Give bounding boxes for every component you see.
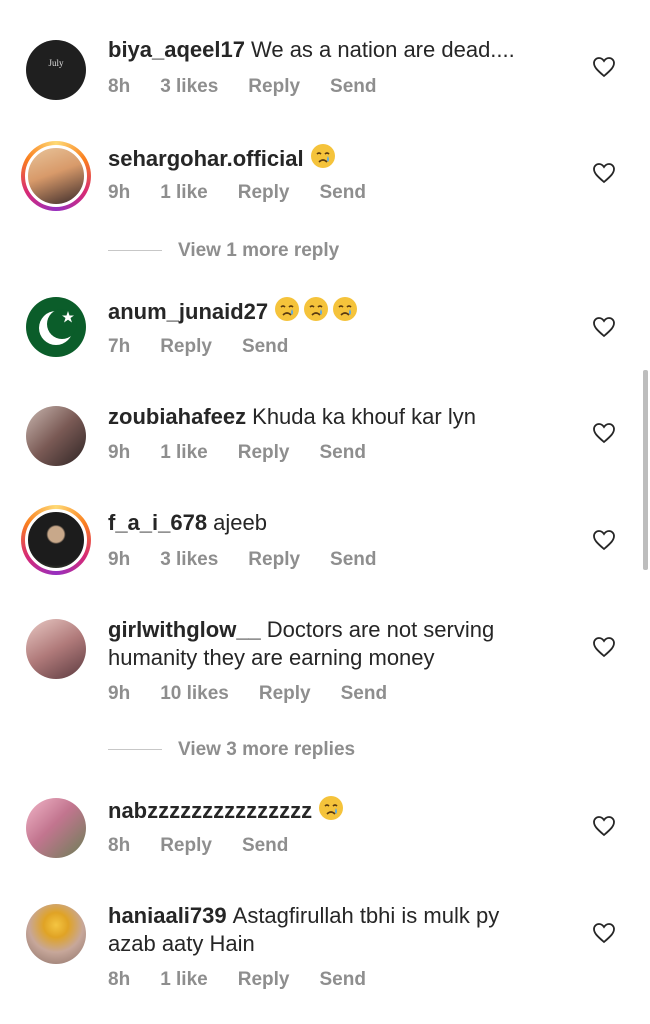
heart-icon[interactable] <box>592 636 616 658</box>
view-more-replies[interactable]: View 1 more reply <box>108 240 339 262</box>
comment-text-block: biya_aqeel17 We as a nation are dead.... <box>108 36 538 64</box>
send-button[interactable]: Send <box>341 683 387 704</box>
likes-count[interactable]: 3 likes <box>160 76 218 97</box>
view-more-replies[interactable]: View 3 more replies <box>108 739 355 761</box>
send-button[interactable]: Send <box>242 336 288 357</box>
avatar-image <box>26 904 86 964</box>
reply-button[interactable]: Reply <box>238 969 290 990</box>
comment-body: Khuda ka khouf kar lyn <box>252 404 476 429</box>
comment-text-block: zoubiahafeez Khuda ka khouf kar lyn <box>108 403 538 431</box>
timestamp: 9h <box>108 182 131 203</box>
avatar-image <box>25 509 87 571</box>
avatar[interactable] <box>21 505 91 575</box>
comment-text-block: haniaali739 Astagfirullah tbhi is mulk py… <box>108 902 538 958</box>
crying-face-emoji <box>319 796 344 820</box>
avatar-image <box>26 798 86 858</box>
likes-count[interactable]: 3 likes <box>160 549 218 570</box>
avatar[interactable] <box>26 619 86 679</box>
comment-meta: 8h Reply Send <box>108 835 318 857</box>
reply-button[interactable]: Reply <box>160 835 212 856</box>
reply-button[interactable]: Reply <box>238 442 290 463</box>
reply-button[interactable]: Reply <box>238 182 290 203</box>
timestamp: 7h <box>108 336 131 357</box>
username[interactable]: anum_junaid27 <box>108 299 268 324</box>
heart-icon[interactable] <box>592 316 616 338</box>
heart-icon[interactable] <box>592 922 616 944</box>
send-button[interactable]: Send <box>242 835 288 856</box>
comment-meta: 9h 1 like Reply Send <box>108 182 396 204</box>
comment-text-block: f_a_i_678 ajeeb <box>108 509 538 537</box>
avatar-image <box>25 145 87 207</box>
comment-meta: 9h 10 likes Reply Send <box>108 683 417 705</box>
reply-button[interactable]: Reply <box>259 683 311 704</box>
send-button[interactable]: Send <box>319 182 365 203</box>
avatar[interactable]: July <box>26 40 86 100</box>
heart-icon[interactable] <box>592 422 616 444</box>
comment-body: ajeeb <box>213 510 267 535</box>
comment-meta: 9h 3 likes Reply Send <box>108 549 407 571</box>
send-button[interactable]: Send <box>330 549 376 570</box>
comment-meta: 8h 3 likes Reply Send <box>108 76 407 98</box>
avatar[interactable] <box>26 406 86 466</box>
likes-count[interactable]: 1 like <box>160 182 208 203</box>
username[interactable]: sehargohar.official <box>108 146 304 171</box>
heart-icon[interactable] <box>592 815 616 837</box>
reply-button[interactable]: Reply <box>160 336 212 357</box>
avatar-image <box>26 406 86 466</box>
send-button[interactable]: Send <box>319 969 365 990</box>
comment-meta: 8h 1 like Reply Send <box>108 969 396 991</box>
svg-text:July: July <box>48 58 64 68</box>
heart-icon[interactable] <box>592 56 616 78</box>
timestamp: 8h <box>108 76 131 97</box>
username[interactable]: f_a_i_678 <box>108 510 207 535</box>
send-button[interactable]: Send <box>319 442 365 463</box>
timestamp: 9h <box>108 442 131 463</box>
view-more-label[interactable]: View 3 more replies <box>178 739 355 760</box>
comment-text-block: anum_junaid27 <box>108 296 538 326</box>
crying-face-emoji <box>310 144 335 168</box>
pakistan-flag-avatar <box>39 309 77 345</box>
likes-count[interactable]: 1 like <box>160 969 208 990</box>
username[interactable]: nabzzzzzzzzzzzzzzz <box>108 798 312 823</box>
scrollbar[interactable] <box>643 370 648 570</box>
username[interactable]: haniaali739 <box>108 903 227 928</box>
send-button[interactable]: Send <box>330 76 376 97</box>
heart-icon[interactable] <box>592 529 616 551</box>
likes-count[interactable]: 1 like <box>160 442 208 463</box>
avatar[interactable] <box>21 141 91 211</box>
username[interactable]: biya_aqeel17 <box>108 37 245 62</box>
divider-line <box>108 749 162 751</box>
avatar-image: July <box>48 58 64 68</box>
reply-button[interactable]: Reply <box>248 76 300 97</box>
timestamp: 8h <box>108 835 131 856</box>
likes-count[interactable]: 10 likes <box>160 683 229 704</box>
avatar[interactable] <box>26 297 86 357</box>
comment-meta: 9h 1 like Reply Send <box>108 442 396 464</box>
username[interactable]: zoubiahafeez <box>108 404 246 429</box>
timestamp: 9h <box>108 549 131 570</box>
crying-face-emoji <box>275 297 358 321</box>
comment-text-block: sehargohar.official <box>108 143 538 173</box>
comment-body: We as a nation are dead.... <box>250 37 515 62</box>
view-more-label[interactable]: View 1 more reply <box>178 240 339 261</box>
comment-text-block: girlwithglow__ Doctors are not serving hu… <box>108 616 538 672</box>
reply-button[interactable]: Reply <box>248 549 300 570</box>
comment-meta: 7h Reply Send <box>108 336 318 358</box>
avatar[interactable] <box>26 798 86 858</box>
timestamp: 9h <box>108 683 131 704</box>
avatar[interactable] <box>26 904 86 964</box>
avatar-image <box>26 619 86 679</box>
username[interactable]: girlwithglow__ <box>108 617 261 642</box>
divider-line <box>108 250 162 252</box>
heart-icon[interactable] <box>592 162 616 184</box>
comment-text-block: nabzzzzzzzzzzzzzzz <box>108 795 538 825</box>
timestamp: 8h <box>108 969 131 990</box>
